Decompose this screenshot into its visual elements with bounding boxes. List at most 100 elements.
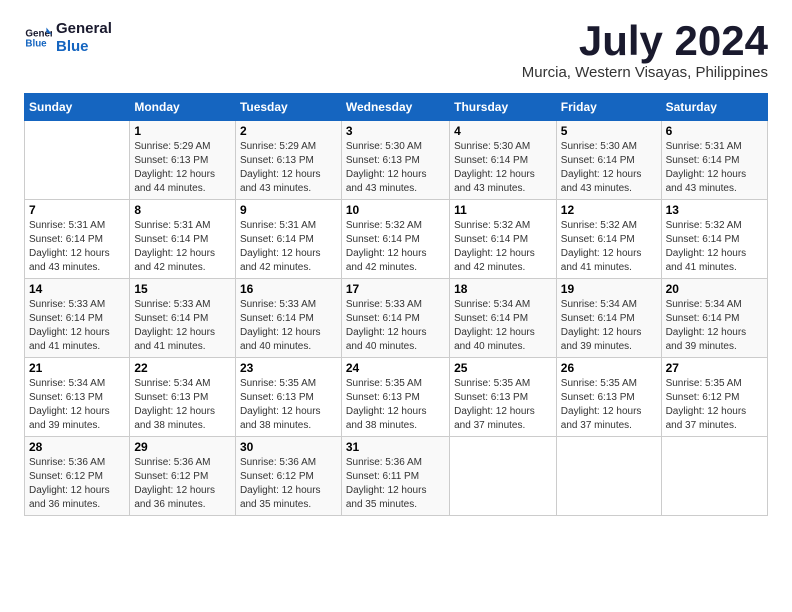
calendar-week-row: 14Sunrise: 5:33 AMSunset: 6:14 PMDayligh… xyxy=(25,279,768,358)
calendar-cell xyxy=(661,437,767,516)
sunset-text: Sunset: 6:14 PM xyxy=(29,234,103,245)
sunrise-text: Sunrise: 5:36 AM xyxy=(134,457,210,468)
calendar-cell: 23Sunrise: 5:35 AMSunset: 6:13 PMDayligh… xyxy=(235,358,341,437)
day-info: Sunrise: 5:31 AMSunset: 6:14 PMDaylight:… xyxy=(240,219,337,275)
day-number: 7 xyxy=(29,203,125,217)
day-number: 24 xyxy=(346,361,445,375)
calendar-week-row: 21 Sunrise: 5:34 AMSunset: 6:13 PMDayligh… xyxy=(25,358,768,437)
day-info: Sunrise: 5:33 AMSunset: 6:14 PMDaylight:… xyxy=(346,298,445,354)
sunset-text: Sunset: 6:12 PM xyxy=(666,392,740,403)
day-info: Sunrise: 5:35 AM Sunset: 6:13 PM Daylight:… xyxy=(561,377,657,433)
day-info: Sunrise: 5:32 AMSunset: 6:14 PMDaylight:… xyxy=(346,219,445,275)
day-number: 12 xyxy=(561,203,657,217)
day-info: Sunrise: 5:29 AMSunset: 6:13 PMDaylight:… xyxy=(240,140,337,196)
sunset-text: Sunset: 6:13 PM xyxy=(29,392,103,403)
daylight-text: Daylight: 12 hours and 42 minutes. xyxy=(346,248,427,273)
sunrise-text: Sunrise: 5:35 AM xyxy=(346,378,422,389)
sunrise-text: Sunrise: 5:32 AM xyxy=(666,220,742,231)
calendar-cell: 17 Sunrise: 5:33 AMSunset: 6:14 PMDayligh… xyxy=(341,279,449,358)
day-number: 28 xyxy=(29,440,125,454)
day-number: 17 xyxy=(346,282,445,296)
header-friday: Friday xyxy=(556,94,661,121)
calendar-cell: 24 Sunrise: 5:35 AMSunset: 6:13 PMDayligh… xyxy=(341,358,449,437)
daylight-text: Daylight: 12 hours and 36 minutes. xyxy=(29,485,110,510)
day-info: Sunrise: 5:35 AMSunset: 6:13 PMDaylight:… xyxy=(454,377,552,433)
calendar-cell: 21Sunrise: 5:34 AMSunset: 6:13 PMDayligh… xyxy=(25,358,130,437)
header-tuesday: Tuesday xyxy=(235,94,341,121)
sunset-text: Sunset: 6:11 PM xyxy=(346,471,419,482)
sunrise-text: Sunrise: 5:35 AM xyxy=(561,378,637,389)
calendar-cell: 27Sunrise: 5:35 AMSunset: 6:12 PMDayligh… xyxy=(661,358,767,437)
calendar-week-row: 1 Sunrise: 5:29 AMSunset: 6:13 PMDaylight… xyxy=(25,121,768,200)
sunset-text: Sunset: 6:14 PM xyxy=(240,313,314,324)
calendar-week-row: 7 Sunrise: 5:31 AM Sunset: 6:14 PM Daylight… xyxy=(25,200,768,279)
sunrise-text: Sunrise: 5:33 AM xyxy=(134,299,210,310)
sunrise-text: Sunrise: 5:33 AM xyxy=(346,299,422,310)
daylight-text: Daylight: 12 hours and 43 minutes. xyxy=(240,169,321,194)
day-number: 2 xyxy=(240,124,337,138)
day-number: 20 xyxy=(666,282,763,296)
day-number: 8 xyxy=(134,203,231,217)
calendar-cell: 29Sunrise: 5:36 AMSunset: 6:12 PMDayligh… xyxy=(130,437,236,516)
daylight-text: Daylight: 12 hours and 39 minutes. xyxy=(29,406,110,431)
calendar-cell: 15Sunrise: 5:33 AMSunset: 6:14 PMDayligh… xyxy=(130,279,236,358)
calendar-cell: 28Sunrise: 5:36 AMSunset: 6:12 PMDayligh… xyxy=(25,437,130,516)
sunrise-text: Sunrise: 5:34 AM xyxy=(454,299,530,310)
daylight-text: Daylight: 12 hours and 41 minutes. xyxy=(666,248,747,273)
daylight-text: Daylight: 12 hours and 43 minutes. xyxy=(561,169,642,194)
sunrise-text: Sunrise: 5:32 AM xyxy=(346,220,422,231)
sunrise-text: Sunrise: 5:34 AM xyxy=(561,299,637,310)
header-wednesday: Wednesday xyxy=(341,94,449,121)
daylight-text: Daylight: 12 hours and 44 minutes. xyxy=(134,169,215,194)
daylight-text: Daylight: 12 hours and 42 minutes. xyxy=(454,248,535,273)
day-number: 22 xyxy=(134,361,231,375)
sunset-text: Sunset: 6:14 PM xyxy=(240,234,314,245)
daylight-text: Daylight: 12 hours and 43 minutes. xyxy=(29,248,110,273)
day-info: Sunrise: 5:33 AMSunset: 6:14 PMDaylight:… xyxy=(134,298,231,354)
sunset-text: Sunset: 6:13 PM xyxy=(240,392,314,403)
svg-text:Blue: Blue xyxy=(25,38,47,49)
calendar-cell: 1Sunrise: 5:29 AMSunset: 6:13 PMDaylight… xyxy=(130,121,236,200)
sunset-text: Sunset: 6:14 PM xyxy=(454,234,528,245)
day-number: 21 xyxy=(29,361,125,375)
day-info: Sunrise: 5:34 AMSunset: 6:13 PMDaylight:… xyxy=(134,377,231,433)
calendar-cell: 2 Sunrise: 5:29 AMSunset: 6:13 PMDaylight… xyxy=(235,121,341,200)
daylight-text: Daylight: 12 hours and 40 minutes. xyxy=(240,327,321,352)
day-number: 25 xyxy=(454,361,552,375)
sunrise-text: Sunrise: 5:32 AM xyxy=(454,220,530,231)
header-sunday: Sunday xyxy=(25,94,130,121)
day-info: Sunrise: 5:36 AMSunset: 6:12 PMDaylight:… xyxy=(134,456,231,512)
daylight-text: Daylight: 12 hours and 35 minutes. xyxy=(240,485,321,510)
calendar-cell: 10Sunrise: 5:32 AMSunset: 6:14 PMDayligh… xyxy=(341,200,449,279)
sunrise-text: Sunrise: 5:31 AM xyxy=(666,141,742,152)
day-number: 1 xyxy=(134,124,231,138)
calendar-cell: 19Sunrise: 5:34 AMSunset: 6:14 PMDayligh… xyxy=(556,279,661,358)
sunset-text: Sunset: 6:14 PM xyxy=(561,234,635,245)
day-number: 11 xyxy=(454,203,552,217)
calendar-cell: 16Sunrise: 5:33 AMSunset: 6:14 PMDayligh… xyxy=(235,279,341,358)
day-info: Sunrise: 5:31 AM Sunset: 6:14 PM Daylight:… xyxy=(29,219,125,275)
calendar-cell: 11 Sunrise: 5:32 AM Sunset: 6:14 PM Dayligh… xyxy=(450,200,557,279)
calendar-cell: 13Sunrise: 5:32 AMSunset: 6:14 PMDayligh… xyxy=(661,200,767,279)
day-info: Sunrise: 5:35 AMSunset: 6:13 PMDaylight:… xyxy=(346,377,445,433)
daylight-text: Daylight: 12 hours and 41 minutes. xyxy=(29,327,110,352)
daylight-text: Daylight: 12 hours and 41 minutes. xyxy=(561,248,642,273)
sunrise-text: Sunrise: 5:36 AM xyxy=(240,457,316,468)
sunrise-text: Sunrise: 5:35 AM xyxy=(666,378,742,389)
calendar-cell: 4Sunrise: 5:30 AMSunset: 6:14 PMDaylight… xyxy=(450,121,557,200)
daylight-text: Daylight: 12 hours and 37 minutes. xyxy=(561,406,642,431)
daylight-text: Daylight: 12 hours and 37 minutes. xyxy=(454,406,535,431)
calendar-cell: 20Sunrise: 5:34 AMSunset: 6:14 PMDayligh… xyxy=(661,279,767,358)
calendar-cell: 3Sunrise: 5:30 AMSunset: 6:13 PMDaylight… xyxy=(341,121,449,200)
calendar-cell: 30Sunrise: 5:36 AMSunset: 6:12 PMDayligh… xyxy=(235,437,341,516)
day-number: 19 xyxy=(561,282,657,296)
location-subtitle: Murcia, Western Visayas, Philippines xyxy=(522,64,768,81)
sunset-text: Sunset: 6:13 PM xyxy=(346,155,420,166)
daylight-text: Daylight: 12 hours and 41 minutes. xyxy=(134,327,215,352)
header: General Blue General Blue July 2024 Murc… xyxy=(24,20,768,81)
day-info: Sunrise: 5:31 AMSunset: 6:14 PMDaylight:… xyxy=(134,219,231,275)
sunset-text: Sunset: 6:13 PM xyxy=(134,155,208,166)
sunrise-text: Sunrise: 5:31 AM xyxy=(29,220,105,231)
sunset-text: Sunset: 6:13 PM xyxy=(561,392,635,403)
calendar-week-row: 28 Sunrise: 5:36 AMSunset: 6:12 PMDayligh… xyxy=(25,437,768,516)
